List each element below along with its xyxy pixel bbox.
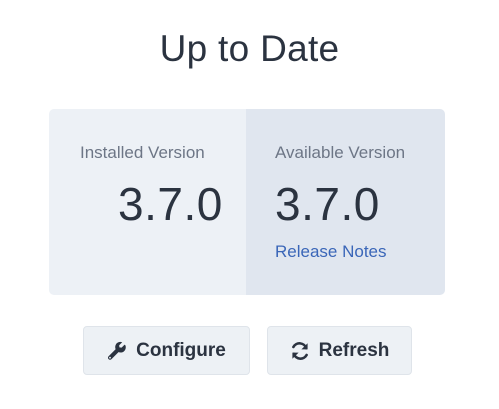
refresh-icon	[290, 341, 310, 361]
available-version-value: 3.7.0	[275, 178, 380, 230]
wrench-icon	[107, 341, 127, 361]
refresh-button-label: Refresh	[318, 339, 390, 361]
configure-button[interactable]: Configure	[83, 326, 250, 375]
installed-version-panel: Installed Version 3.7.0	[49, 109, 246, 295]
installed-version-label: Installed Version	[80, 143, 205, 162]
configure-button-label: Configure	[136, 339, 226, 361]
release-notes-link[interactable]: Release Notes	[275, 242, 387, 262]
refresh-button[interactable]: Refresh	[267, 326, 412, 375]
version-card: Installed Version 3.7.0 Available Versio…	[49, 109, 445, 295]
available-version-panel: Available Version 3.7.0 Release Notes	[246, 109, 445, 295]
available-version-label: Available Version	[275, 143, 406, 162]
installed-version-value: 3.7.0	[118, 178, 223, 230]
page-title: Up to Date	[159, 28, 340, 69]
